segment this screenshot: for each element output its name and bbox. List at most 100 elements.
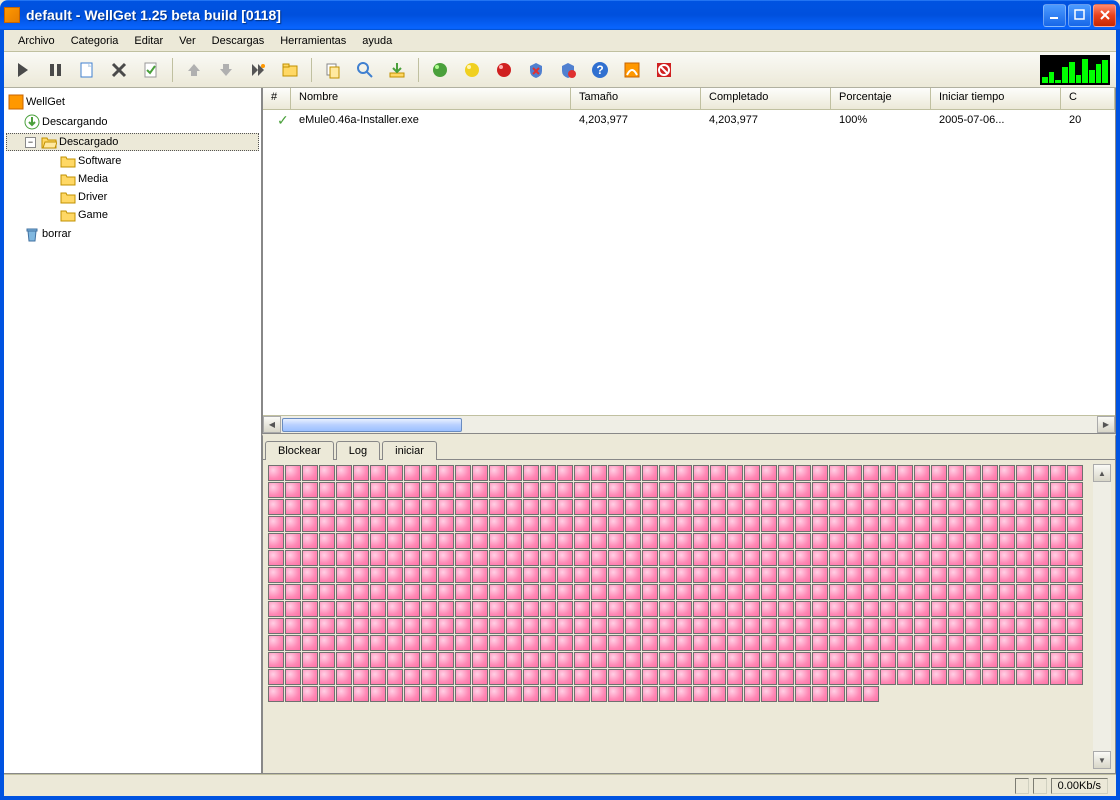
collapse-toggle[interactable]: −	[25, 137, 36, 148]
block-cell	[455, 499, 471, 515]
block-cell	[268, 686, 284, 702]
col-tamano[interactable]: Tamaño	[571, 88, 701, 109]
open-button[interactable]	[275, 55, 305, 85]
close-button[interactable]	[1093, 4, 1116, 27]
horizontal-scrollbar[interactable]: ◀ ▶	[263, 415, 1115, 433]
pause-button[interactable]	[40, 55, 70, 85]
move-button[interactable]	[243, 55, 273, 85]
block-cell	[387, 465, 403, 481]
block-cell	[829, 635, 845, 651]
scroll-left-button[interactable]: ◀	[263, 416, 281, 433]
help-button[interactable]: ?	[585, 55, 615, 85]
col-num[interactable]: #	[263, 88, 291, 109]
scroll-down-button[interactable]: ▼	[1093, 751, 1111, 769]
new-button[interactable]	[72, 55, 102, 85]
menu-ayuda[interactable]: ayuda	[354, 33, 400, 49]
block-cell	[625, 601, 641, 617]
col-iniciar[interactable]: Iniciar tiempo	[931, 88, 1061, 109]
category-tree[interactable]: WellGet Descargando − Descargado Softwar…	[4, 88, 262, 774]
block-cell	[982, 550, 998, 566]
block-cell	[370, 516, 386, 532]
minimize-button[interactable]	[1043, 4, 1066, 27]
tree-software[interactable]: Software	[6, 153, 259, 169]
block-cell	[795, 516, 811, 532]
block-cell	[591, 550, 607, 566]
download-button[interactable]	[382, 55, 412, 85]
col-nombre[interactable]: Nombre	[291, 88, 571, 109]
block-cell	[693, 669, 709, 685]
tree-driver[interactable]: Driver	[6, 189, 259, 205]
menu-herramientas[interactable]: Herramientas	[272, 33, 354, 49]
block-cell	[761, 618, 777, 634]
tree-borrar[interactable]: borrar	[6, 225, 259, 243]
block-cell	[540, 669, 556, 685]
table-row[interactable]: ✓ eMule0.46a-Installer.exe 4,203,977 4,2…	[263, 110, 1115, 130]
block-cell	[1033, 499, 1049, 515]
block-cell	[642, 550, 658, 566]
tree-descargado[interactable]: − Descargado	[6, 133, 259, 151]
down-button[interactable]	[211, 55, 241, 85]
block-cell	[693, 516, 709, 532]
up-button[interactable]	[179, 55, 209, 85]
stop-button[interactable]	[649, 55, 679, 85]
block-cell	[965, 618, 981, 634]
delete-button[interactable]	[104, 55, 134, 85]
search-button[interactable]	[350, 55, 380, 85]
block-cell	[965, 550, 981, 566]
status-green-icon[interactable]	[425, 55, 455, 85]
menu-descargas[interactable]: Descargas	[204, 33, 273, 49]
block-cell	[982, 652, 998, 668]
scroll-thumb[interactable]	[282, 418, 462, 432]
tab-iniciar[interactable]: iniciar	[382, 441, 437, 460]
window-title: default - WellGet 1.25 beta build [0118]	[26, 7, 1041, 23]
tree-media[interactable]: Media	[6, 171, 259, 187]
block-cell	[778, 465, 794, 481]
block-cell	[982, 567, 998, 583]
block-cell	[642, 635, 658, 651]
menu-editar[interactable]: Editar	[126, 33, 171, 49]
shield-x-button[interactable]	[521, 55, 551, 85]
block-cell	[472, 635, 488, 651]
col-porcentaje[interactable]: Porcentaje	[831, 88, 931, 109]
block-cell	[421, 465, 437, 481]
maximize-button[interactable]	[1068, 4, 1091, 27]
scroll-up-button[interactable]: ▲	[1093, 464, 1111, 482]
block-cell	[965, 652, 981, 668]
tree-descargando[interactable]: Descargando	[42, 116, 107, 128]
block-cell	[472, 652, 488, 668]
scroll-right-button[interactable]: ▶	[1097, 416, 1115, 433]
block-cell	[931, 601, 947, 617]
menu-ver[interactable]: Ver	[171, 33, 204, 49]
block-cell	[523, 618, 539, 634]
col-completado[interactable]: Completado	[701, 88, 831, 109]
block-cell	[795, 550, 811, 566]
vertical-scrollbar[interactable]: ▲ ▼	[1093, 464, 1111, 769]
play-button[interactable]	[8, 55, 38, 85]
block-cell	[676, 567, 692, 583]
block-cell	[404, 465, 420, 481]
col-c[interactable]: C	[1061, 88, 1115, 109]
copy-button[interactable]	[318, 55, 348, 85]
block-cell	[523, 601, 539, 617]
status-yellow-icon[interactable]	[457, 55, 487, 85]
block-cell	[404, 567, 420, 583]
block-cell	[642, 584, 658, 600]
block-cell	[642, 482, 658, 498]
block-cell	[659, 686, 675, 702]
status-red-icon[interactable]	[489, 55, 519, 85]
tab-log[interactable]: Log	[336, 441, 380, 460]
cell-completado: 4,203,977	[701, 112, 831, 128]
tab-blockear[interactable]: Blockear	[265, 441, 334, 460]
menu-archivo[interactable]: Archivo	[10, 33, 63, 49]
check-button[interactable]	[136, 55, 166, 85]
block-cell	[778, 533, 794, 549]
tree-root[interactable]: WellGet	[26, 96, 65, 108]
tree-game[interactable]: Game	[6, 207, 259, 223]
block-cell	[948, 601, 964, 617]
block-cell	[268, 601, 284, 617]
menu-categoria[interactable]: Categoria	[63, 33, 127, 49]
app-button[interactable]	[617, 55, 647, 85]
block-cell	[404, 601, 420, 617]
block-cell	[1067, 499, 1083, 515]
shield-info-button[interactable]	[553, 55, 583, 85]
